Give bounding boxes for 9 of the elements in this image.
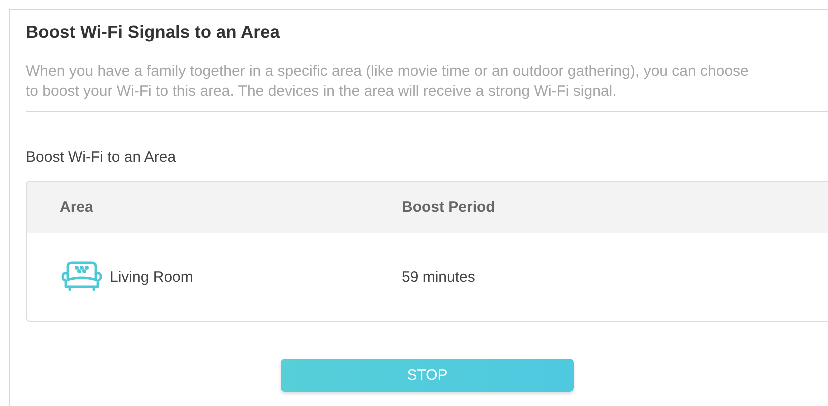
- section-label: Boost Wi-Fi to an Area: [26, 149, 178, 166]
- table-cell: Living Room: [110, 268, 194, 286]
- description-text: When you have a family together in a specific area (like movie time or an outdoor gathering), you can choose to boost your Wi-Fi to this area. The devices in the area will receive a strong Wi-Fi signal.: [26, 62, 750, 102]
- sofa-icon: [60, 260, 104, 294]
- stop-button[interactable]: STOP: [281, 359, 574, 392]
- table-cell: 59 minutes: [402, 268, 476, 286]
- section-title: Boost Wi-Fi Signals to an Area: [26, 22, 282, 43]
- column-header: Area: [59, 199, 94, 216]
- column-header: Boost Period: [402, 199, 496, 216]
